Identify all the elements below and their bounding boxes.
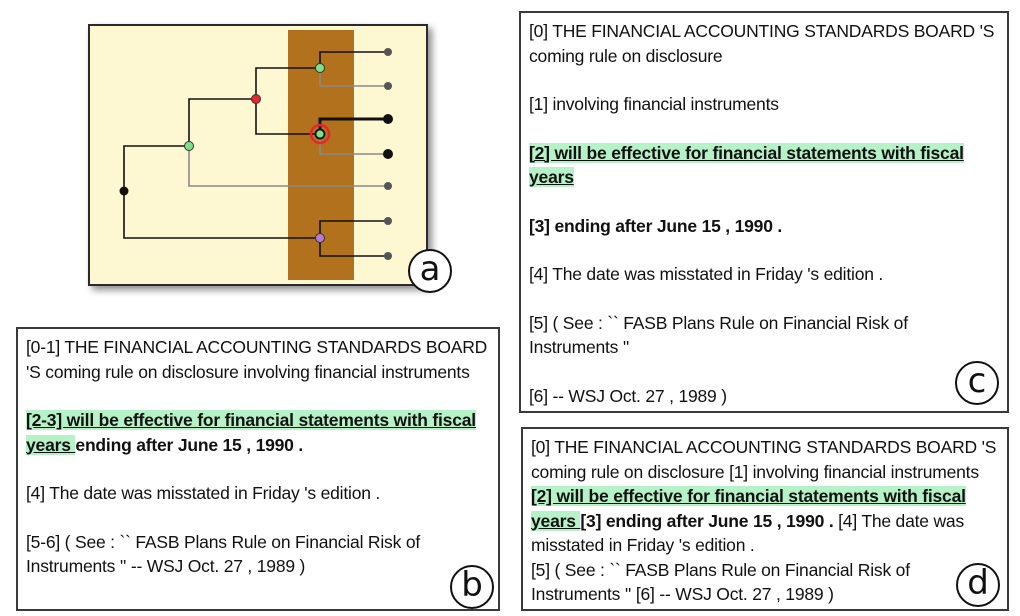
leaf-3[interactable] bbox=[383, 149, 393, 159]
panel-c: [0] THE FINANCIAL ACCOUNTING STANDARDS B… bbox=[519, 11, 1009, 413]
leaf-5[interactable] bbox=[384, 217, 392, 225]
segment-5: [5] ( See : `` FASB Plans Rule on Financ… bbox=[529, 312, 908, 358]
segment-2-3: [2-3] will be effective for financial st… bbox=[26, 408, 490, 457]
segment-2-highlight[interactable]: [2] will be effective for financial stat… bbox=[529, 142, 964, 187]
panel-d: [0] THE FINANCIAL ACCOUNTING STANDARDS B… bbox=[521, 427, 1009, 611]
root-node[interactable] bbox=[119, 186, 129, 196]
discourse-tree bbox=[119, 30, 393, 280]
leaf-4[interactable] bbox=[384, 182, 392, 190]
segment-5-6: [5-6] ( See : `` FASB Plans Rule on Fina… bbox=[26, 531, 421, 577]
segment-1: [1] involving financial instruments bbox=[729, 461, 979, 482]
edge-root-to-green bbox=[123, 145, 189, 191]
leaf-0[interactable] bbox=[384, 48, 392, 56]
leaf-6[interactable] bbox=[384, 252, 392, 260]
segment-0: [0] THE FINANCIAL ACCOUNTING STANDARDS B… bbox=[529, 21, 995, 66]
node-purple[interactable] bbox=[315, 233, 325, 243]
node-green-upper[interactable] bbox=[315, 63, 325, 73]
segment-0-1: [0-1] THE FINANCIAL ACCOUNTING STANDARDS… bbox=[26, 337, 488, 382]
leaf-1[interactable] bbox=[384, 82, 392, 90]
segment-1: [1] involving financial instruments bbox=[529, 94, 779, 114]
tree-panel bbox=[88, 24, 428, 286]
segment-4: [4] The date was misstated in Friday 's … bbox=[26, 483, 381, 503]
node-selected[interactable] bbox=[314, 128, 326, 140]
segment-4: [4] The date was misstated in Friday 's … bbox=[529, 264, 884, 284]
segment-3: [3] ending after June 15 , 1990 . bbox=[580, 510, 839, 531]
segment-2: [2] will be effective for financial stat… bbox=[529, 141, 999, 190]
segment-6: [6] -- WSJ Oct. 27 , 1989 ) bbox=[529, 385, 727, 406]
edge-green-to-red bbox=[188, 98, 256, 146]
segment-2-3-rest: ending after June 15 , 1990 . bbox=[75, 434, 304, 455]
label-b: b bbox=[450, 565, 494, 609]
node-green-mid[interactable] bbox=[184, 141, 194, 151]
node-red[interactable] bbox=[251, 94, 261, 104]
leaf-2[interactable] bbox=[383, 114, 393, 124]
panel-b: [0-1] THE FINANCIAL ACCOUNTING STANDARDS… bbox=[16, 327, 500, 611]
segment-6: [6] -- WSJ Oct. 27 , 1989 ) bbox=[635, 584, 834, 604]
label-d: d bbox=[956, 563, 1000, 607]
label-a: a bbox=[408, 249, 452, 293]
label-c: c bbox=[955, 361, 999, 405]
edge-green-to-leaf4 bbox=[188, 146, 386, 187]
segment-3: [3] ending after June 15 , 1990 . bbox=[529, 215, 783, 236]
